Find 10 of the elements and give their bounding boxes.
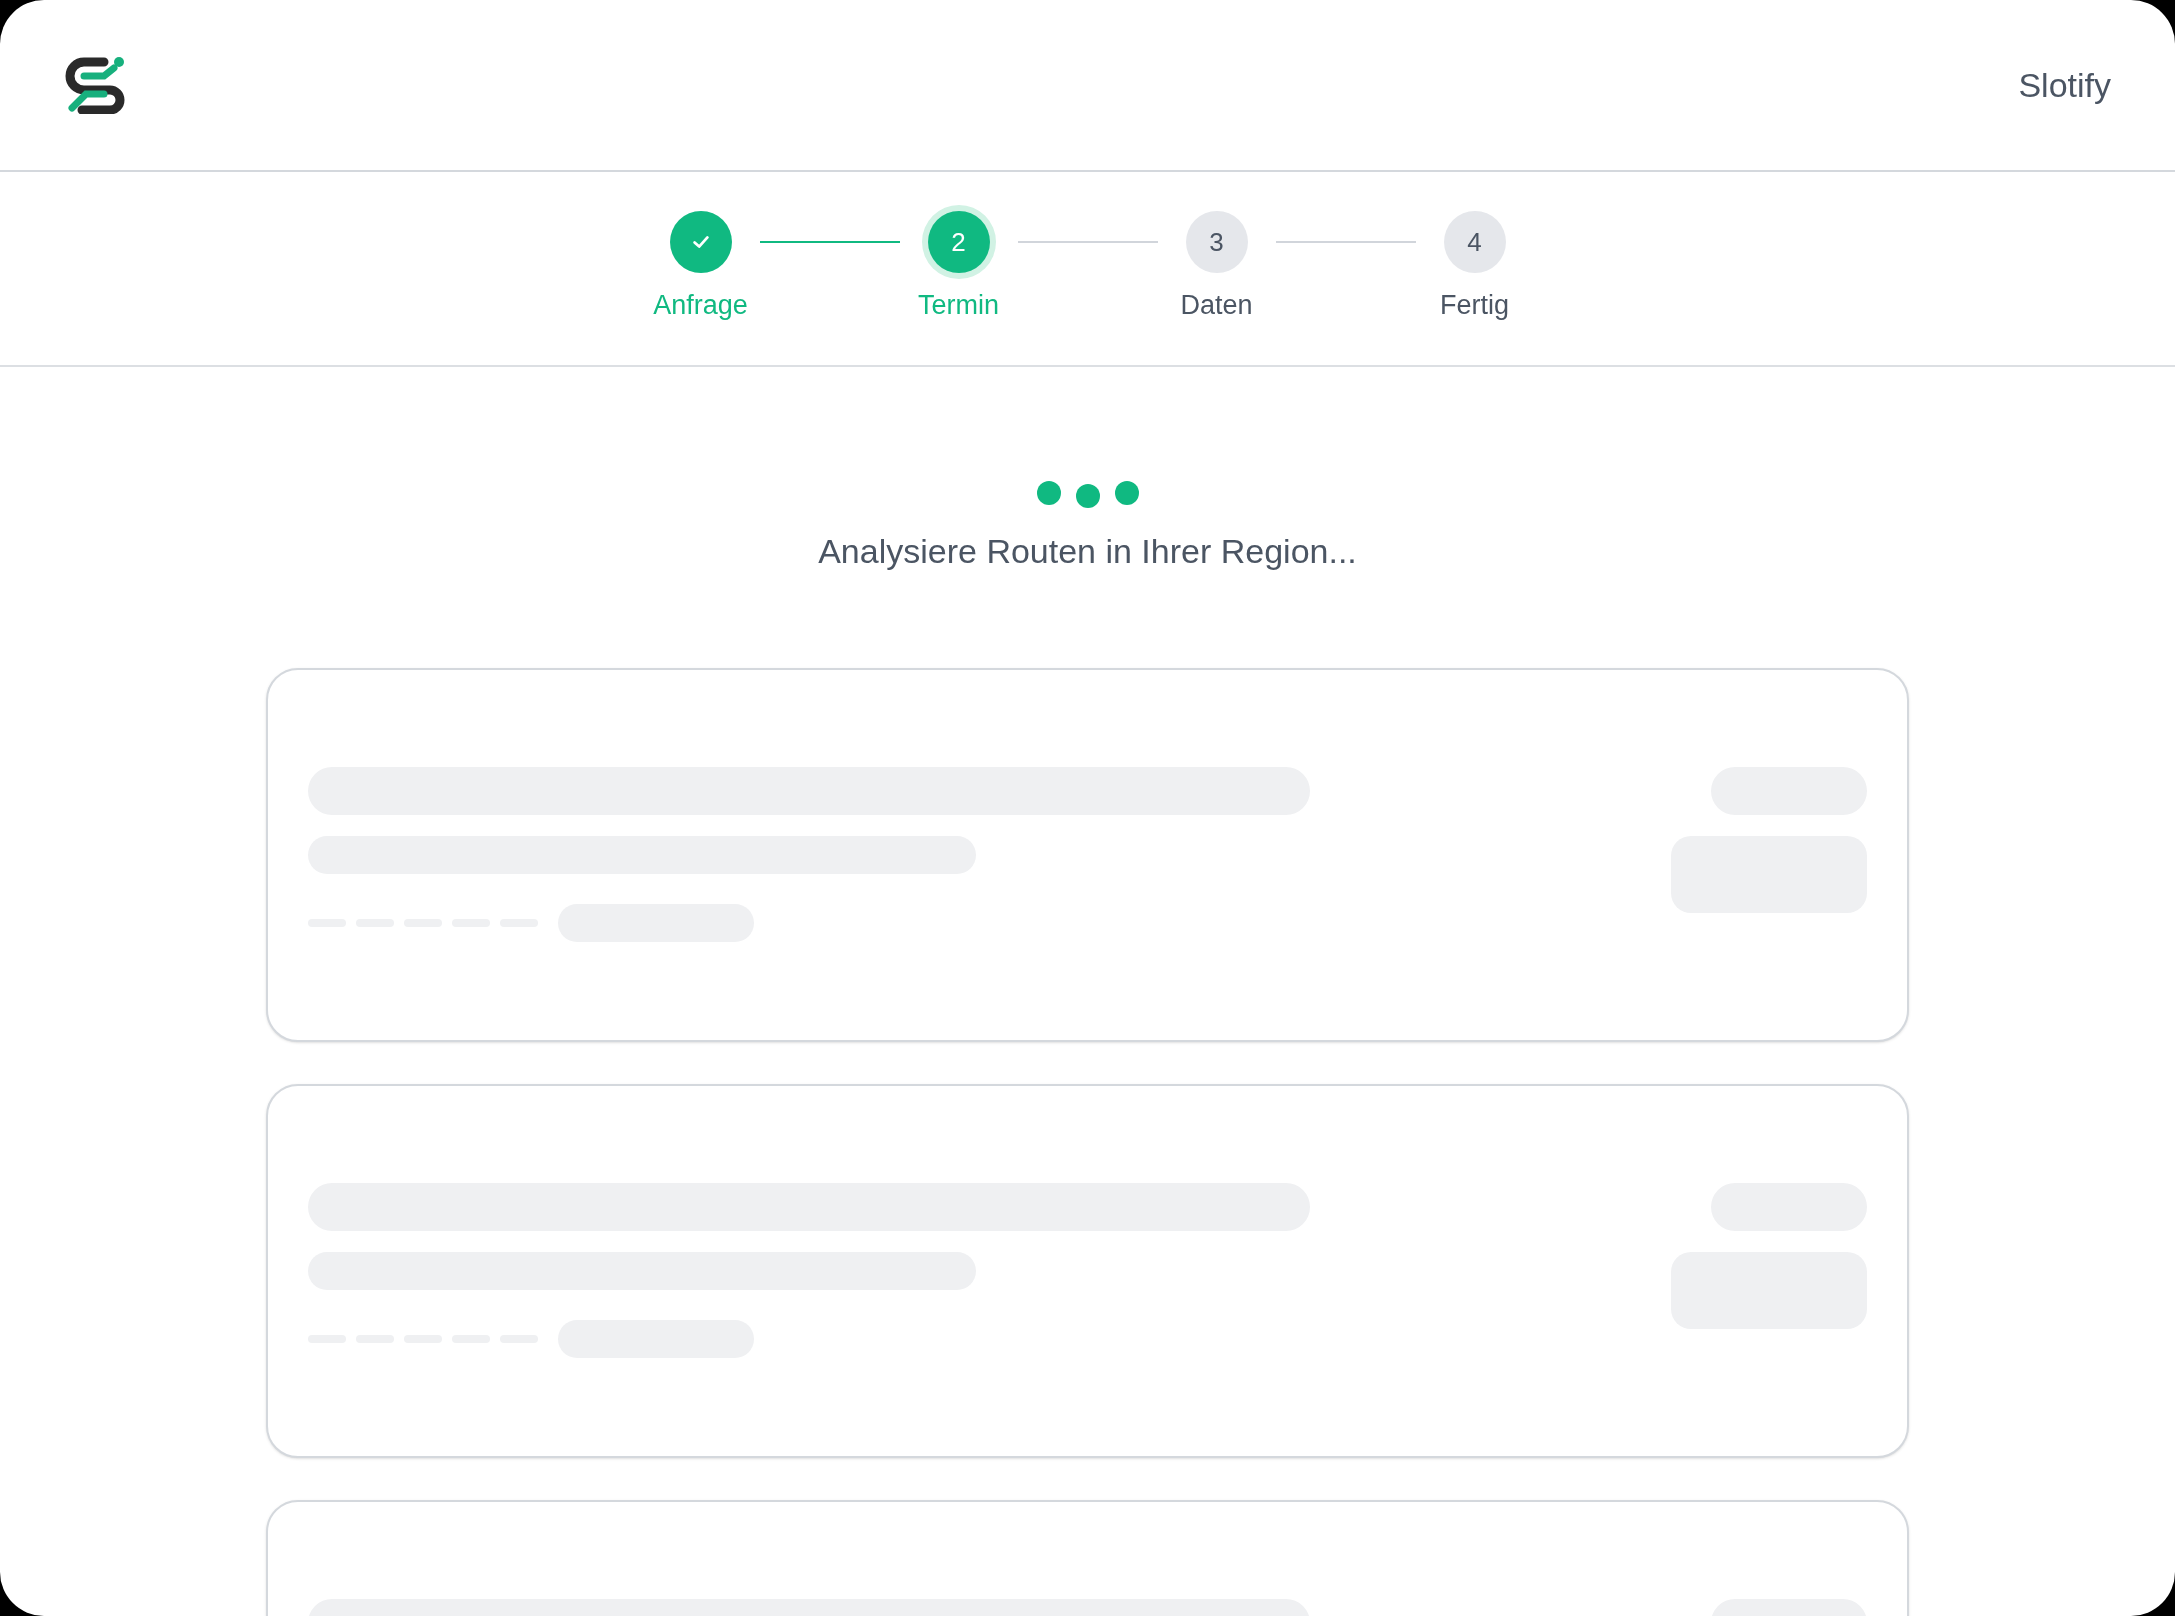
step-number: 3 bbox=[1209, 225, 1224, 259]
step-number: 2 bbox=[951, 225, 966, 259]
step-label: Fertig bbox=[1440, 289, 1509, 322]
brand-name: Slotify bbox=[2018, 64, 2111, 106]
loading-dots-icon bbox=[1036, 481, 1139, 508]
step-label: Anfrage bbox=[653, 289, 748, 322]
step-label: Termin bbox=[918, 289, 999, 322]
loading-message: Analysiere Routen in Ihrer Region... bbox=[818, 531, 1357, 572]
step-number: 4 bbox=[1467, 225, 1482, 259]
step-label: Daten bbox=[1180, 289, 1253, 322]
